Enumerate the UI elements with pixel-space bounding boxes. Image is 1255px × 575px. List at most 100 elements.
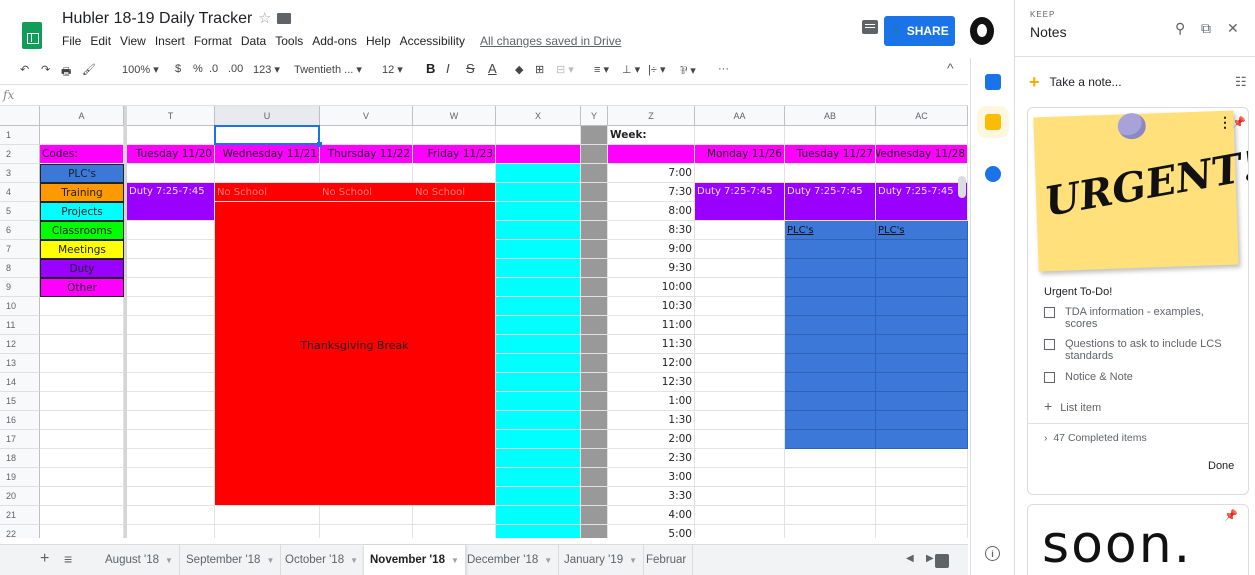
- pin-icon[interactable]: 📌: [1224, 509, 1238, 522]
- cell[interactable]: [876, 506, 968, 525]
- time-cell[interactable]: 2:30: [608, 449, 695, 468]
- text-color-button[interactable]: A: [488, 61, 497, 76]
- plc-cell[interactable]: [876, 278, 968, 297]
- cell[interactable]: [496, 430, 581, 449]
- cell[interactable]: [581, 164, 608, 183]
- search-icon[interactable]: ⚲: [1175, 20, 1185, 37]
- column-header[interactable]: AC: [876, 106, 968, 126]
- sheet-tab[interactable]: September '18 ▼: [180, 545, 282, 575]
- menu-help[interactable]: Help: [366, 34, 391, 48]
- cell[interactable]: [127, 373, 215, 392]
- row-header[interactable]: 22: [0, 525, 40, 538]
- day-header-cell[interactable]: Monday 11/26: [695, 145, 785, 164]
- cell[interactable]: [695, 126, 785, 145]
- explore-icon[interactable]: [935, 554, 949, 568]
- cell[interactable]: [127, 506, 215, 525]
- checkbox[interactable]: [1044, 307, 1055, 318]
- freeze-divider[interactable]: [124, 106, 127, 538]
- cell[interactable]: [127, 126, 215, 145]
- strikethrough-button[interactable]: S: [466, 61, 475, 76]
- cell[interactable]: [40, 468, 124, 487]
- sheet-tab[interactable]: November '18 ▼: [364, 545, 466, 575]
- cell[interactable]: [695, 392, 785, 411]
- open-in-new-icon[interactable]: ⧉: [1201, 20, 1211, 37]
- code-legend-cell[interactable]: Classrooms: [40, 221, 124, 240]
- formula-bar[interactable]: fx: [0, 84, 968, 106]
- cell[interactable]: [127, 525, 215, 538]
- cell[interactable]: [695, 373, 785, 392]
- cell[interactable]: [496, 202, 581, 221]
- row-header[interactable]: 9: [0, 278, 40, 297]
- cell[interactable]: [127, 449, 215, 468]
- time-cell[interactable]: 3:30: [608, 487, 695, 506]
- increase-decimal-button[interactable]: .00: [228, 63, 243, 75]
- caret-down-icon[interactable]: ▼: [350, 556, 358, 565]
- time-cell[interactable]: 10:00: [608, 278, 695, 297]
- cell[interactable]: [581, 316, 608, 335]
- cell[interactable]: [496, 411, 581, 430]
- cell[interactable]: [40, 126, 124, 145]
- cell[interactable]: [496, 278, 581, 297]
- cell[interactable]: [496, 392, 581, 411]
- cell[interactable]: [876, 126, 968, 145]
- cell[interactable]: [496, 506, 581, 525]
- doc-title[interactable]: Hubler 18-19 Daily Tracker: [62, 10, 252, 28]
- row-header[interactable]: 12: [0, 335, 40, 354]
- plc-cell[interactable]: [785, 278, 876, 297]
- cell[interactable]: [695, 259, 785, 278]
- checklist-item[interactable]: Notice & Note: [1044, 371, 1234, 383]
- cell[interactable]: [785, 525, 876, 538]
- time-cell[interactable]: 3:00: [608, 468, 695, 487]
- time-cell[interactable]: 7:00: [608, 164, 695, 183]
- week-label-cell[interactable]: Week:: [608, 126, 695, 145]
- row-header[interactable]: 11: [0, 316, 40, 335]
- cell[interactable]: [695, 411, 785, 430]
- horizontal-align-icon[interactable]: ≡ ▾: [594, 63, 609, 76]
- plc-cell[interactable]: [876, 373, 968, 392]
- row-header[interactable]: 10: [0, 297, 40, 316]
- row-header[interactable]: 21: [0, 506, 40, 525]
- keep-icon[interactable]: [985, 114, 1001, 130]
- cell[interactable]: [40, 449, 124, 468]
- time-cell[interactable]: 11:00: [608, 316, 695, 335]
- time-cell[interactable]: 9:00: [608, 240, 695, 259]
- cell[interactable]: [695, 278, 785, 297]
- row-header[interactable]: 18: [0, 449, 40, 468]
- cell[interactable]: [496, 354, 581, 373]
- caret-down-icon[interactable]: ▼: [165, 556, 173, 565]
- cell[interactable]: [413, 506, 496, 525]
- cell[interactable]: [496, 316, 581, 335]
- cell[interactable]: [581, 335, 608, 354]
- fill-color-icon[interactable]: ◆: [515, 63, 523, 76]
- time-cell[interactable]: 12:30: [608, 373, 695, 392]
- tabs-scroll-left-icon[interactable]: ◀: [906, 553, 914, 564]
- redo-icon[interactable]: ↷: [41, 63, 50, 76]
- day-header-cell[interactable]: Thursday 11/22: [320, 145, 413, 164]
- code-legend-cell[interactable]: Other: [40, 278, 124, 297]
- row-header[interactable]: 19: [0, 468, 40, 487]
- cell[interactable]: [40, 373, 124, 392]
- cell[interactable]: [215, 164, 320, 183]
- cell[interactable]: [496, 259, 581, 278]
- column-header[interactable]: W: [413, 106, 496, 126]
- plc-cell[interactable]: PLC's: [876, 221, 968, 240]
- more-icon[interactable]: ···: [718, 63, 729, 75]
- cell[interactable]: [876, 449, 968, 468]
- info-icon[interactable]: i: [985, 546, 1000, 561]
- cell[interactable]: [695, 240, 785, 259]
- sheet-tab[interactable]: Februar: [640, 545, 694, 575]
- tabs-scroll-right-icon[interactable]: ▶: [926, 553, 934, 564]
- row-header[interactable]: 13: [0, 354, 40, 373]
- cell[interactable]: [127, 430, 215, 449]
- sheet-tab[interactable]: August '18 ▼: [99, 545, 180, 575]
- cell[interactable]: [413, 525, 496, 538]
- column-header[interactable]: Y: [581, 106, 608, 126]
- cell[interactable]: [40, 506, 124, 525]
- cell[interactable]: [215, 525, 320, 538]
- row-header[interactable]: 4: [0, 183, 40, 202]
- cell[interactable]: [127, 259, 215, 278]
- time-cell[interactable]: 7:30: [608, 183, 695, 202]
- checkbox[interactable]: [1044, 339, 1055, 350]
- cell[interactable]: [127, 221, 215, 240]
- column-header[interactable]: X: [496, 106, 581, 126]
